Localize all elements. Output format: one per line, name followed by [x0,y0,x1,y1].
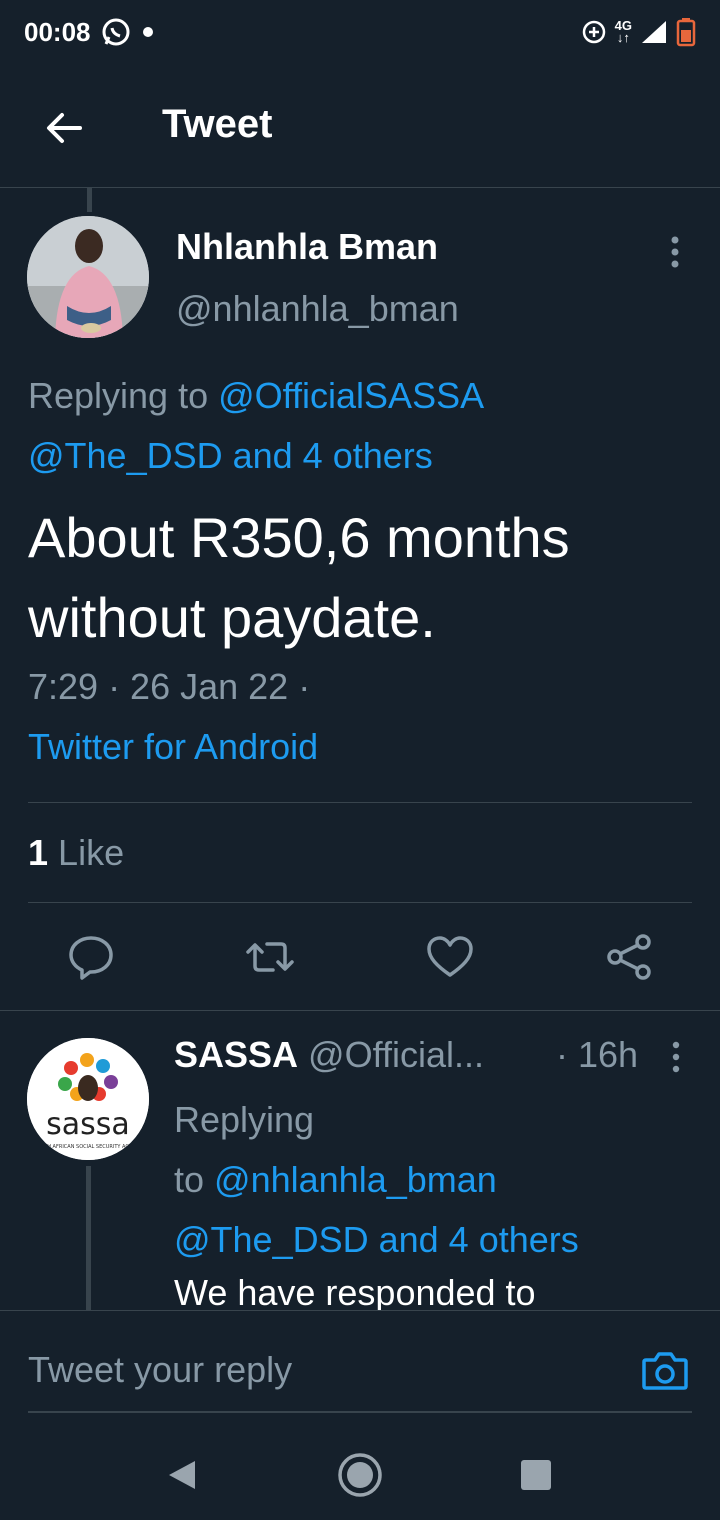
reply-compose-bar: Tweet your reply [0,1310,720,1430]
mention-link[interactable]: @OfficialSASSA [218,375,484,416]
network-arrows-icon: 4G ↓↑ [614,18,632,45]
mention-others-link[interactable]: @The_DSD and 4 others [174,1219,579,1260]
battery-icon [676,18,696,47]
thread-line [87,188,92,212]
reply-input-underline [28,1411,692,1413]
notification-dot-icon [142,27,153,37]
reply-time: · 16h [556,1034,639,1075]
mention-others-link[interactable]: @The_DSD and 4 others [28,435,433,476]
like-count-label: Like [58,832,125,873]
reply-author-name[interactable]: SASSA [174,1034,298,1075]
status-right: 4G ↓↑ [581,17,696,47]
reply-icon[interactable] [66,932,116,982]
retweet-icon[interactable] [245,932,295,982]
divider [28,802,692,803]
mention-link[interactable]: @nhlanhla_bman [214,1159,497,1200]
data-saver-icon [582,20,605,44]
replying-prefix: to [174,1159,205,1200]
replying-label: Replying [174,1099,315,1140]
camera-icon[interactable] [640,1345,690,1395]
status-time: 00:08 [24,16,91,47]
signal-icon [642,21,666,43]
replying-label: Replying to [28,375,209,416]
sassa-logo: sassa SOUTH AFRICAN SOCIAL SECURITY AGEN… [27,1038,149,1160]
logo-text: sassa [46,1107,130,1142]
tweet-text: About R350,6 months without paydate. [28,506,570,649]
avatar[interactable] [27,216,149,338]
thread-line [86,1166,91,1310]
app-bar: Tweet [0,64,720,188]
back-triangle-icon[interactable] [157,1450,207,1500]
system-nav-bar [0,1430,720,1520]
tweet-source-link[interactable]: Twitter for Android [28,726,318,768]
whatsapp-icon [102,18,129,46]
avatar-photo [27,216,149,338]
share-icon[interactable] [605,932,655,982]
recents-square-icon[interactable] [511,1450,561,1500]
more-options-icon[interactable] [660,234,690,270]
reply-replying-to: Replying to @nhlanhla_bman @The_DSD and … [174,1090,684,1270]
more-options-icon[interactable] [664,1040,688,1074]
home-circle-icon[interactable] [335,1450,385,1500]
author-handle[interactable]: @nhlanhla_bman [176,288,459,330]
author-name[interactable]: Nhlanhla Bman [176,226,438,268]
like-count-number: 1 [28,832,49,873]
like-icon[interactable] [425,932,475,982]
status-left: 00:08 [24,17,155,48]
page-title: Tweet [162,102,273,146]
status-bar: 00:08 4G ↓↑ [0,0,720,64]
logo-subtext: SOUTH AFRICAN SOCIAL SECURITY AGENCY [33,1144,143,1150]
tweet-timestamp: 7:29 · 26 Jan 22 · [28,666,311,707]
reply-author-handle[interactable]: @Official... [308,1034,484,1075]
divider [28,902,692,903]
sassa-avatar[interactable]: sassa SOUTH AFRICAN SOCIAL SECURITY AGEN… [27,1038,149,1160]
likes-count[interactable]: 1 Like [28,832,124,874]
reply-text: We have responded to [174,1272,536,1313]
reply-input[interactable]: Tweet your reply [28,1349,292,1391]
replying-to: Replying to @OfficialSASSA @The_DSD and … [28,366,698,486]
arrow-left-icon[interactable] [40,104,88,152]
reply-header: SASSA @Official... [174,1034,484,1076]
divider [0,1010,720,1011]
